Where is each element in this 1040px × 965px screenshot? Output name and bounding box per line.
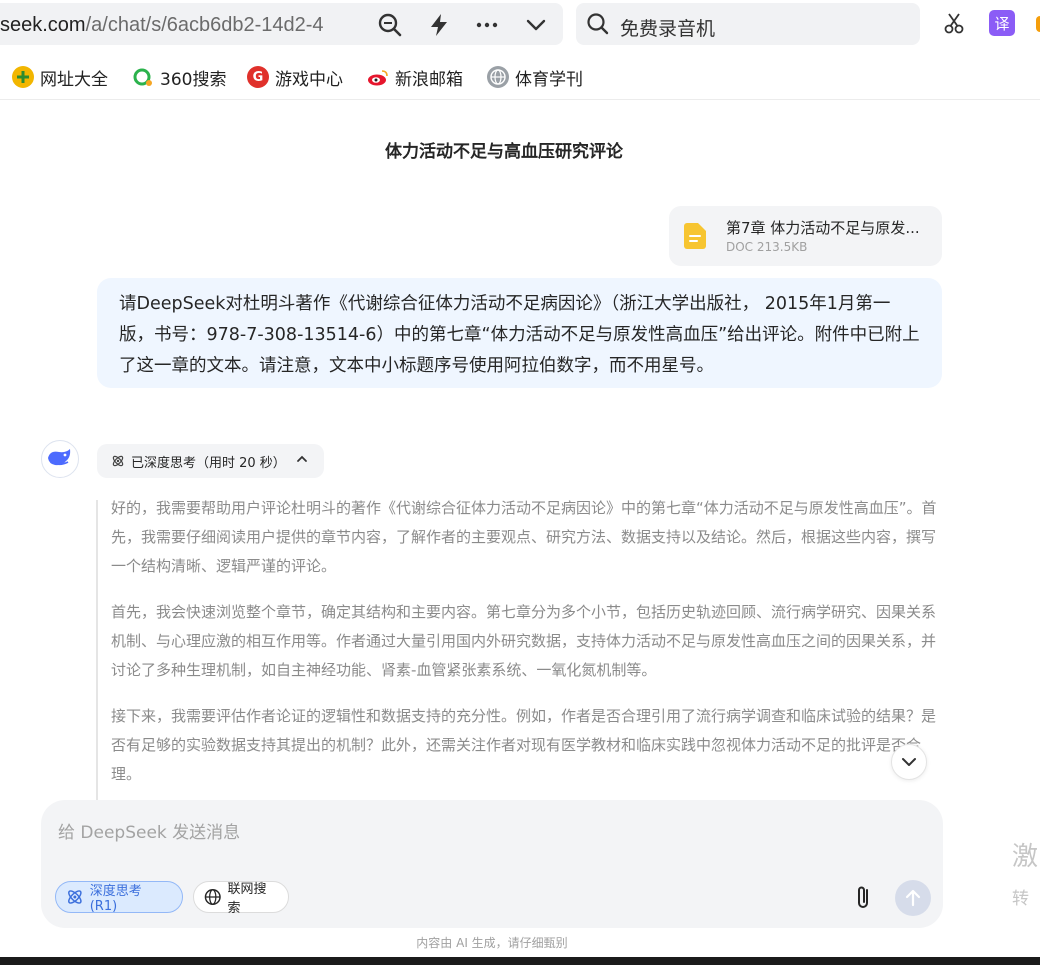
bookmark-item[interactable]: 新浪邮箱	[367, 65, 463, 90]
attachment-card[interactable]: 第7章 体力活动不足与原发... DOC 213.5KB	[669, 206, 942, 266]
message-composer[interactable]: 给 DeepSeek 发送消息 深度思考 (R1) 联网搜索	[41, 800, 943, 928]
attach-file-icon[interactable]	[851, 884, 877, 912]
ai-disclaimer: 内容由 AI 生成，请仔细甄别	[416, 936, 568, 950]
arrow-up-icon	[905, 889, 921, 907]
bookmark-label: 游戏中心	[275, 69, 343, 90]
web-search-label: 联网搜索	[227, 882, 267, 916]
search-placeholder: 免费录音机	[620, 18, 716, 40]
360-search-icon	[132, 66, 154, 88]
plus-globe-icon	[12, 66, 34, 88]
url-text[interactable]: seek.com/a/chat/s/6acb6db2-14d2-4	[0, 14, 368, 37]
scissors-icon[interactable]	[941, 10, 967, 36]
more-icon[interactable]	[473, 11, 501, 39]
bookmark-item[interactable]: 网址大全	[12, 65, 108, 90]
search-icon	[586, 12, 610, 40]
deep-think-toggle[interactable]: 已深度思考（用时 20 秒）	[97, 444, 324, 478]
globe-icon	[487, 66, 509, 88]
send-button[interactable]	[895, 880, 931, 916]
atom-icon	[68, 890, 82, 904]
side-partial-text-small: 转	[1012, 889, 1029, 909]
user-message: 请DeepSeek对杜明斗著作《代谢综合征体力活动不足病因论》（浙江大学出版社，…	[97, 278, 942, 388]
deepseek-avatar-icon	[41, 440, 79, 478]
globe-icon	[204, 888, 221, 906]
chevron-down-icon	[902, 758, 916, 766]
translate-badge: 译	[994, 14, 1010, 33]
sina-mail-icon	[367, 66, 389, 88]
search-box[interactable]: 免费录音机	[576, 3, 920, 45]
lightning-icon[interactable]	[425, 11, 453, 39]
thinking-content: 好的，我需要帮助用户评论杜明斗的著作《代谢综合征体力活动不足病因论》中的第七章“…	[96, 500, 946, 800]
bookmark-item[interactable]: 360搜索	[132, 65, 227, 90]
attachment-meta: DOC 213.5KB	[726, 240, 808, 254]
chat-title: 体力活动不足与高血压研究评论	[385, 142, 623, 162]
url-domain: seek.com	[0, 14, 86, 36]
bookmark-label: 体育学刊	[515, 69, 583, 90]
translate-icon[interactable]: 译	[989, 10, 1015, 36]
browser-toolbar: seek.com/a/chat/s/6acb6db2-14d2-4 免费录音机 …	[0, 0, 1040, 50]
bookmarks-bar: 网址大全 360搜索 G 游戏中心 新浪邮箱 体育学刊	[0, 52, 1040, 100]
web-search-button[interactable]: 联网搜索	[193, 881, 289, 916]
bookmark-label: 新浪邮箱	[395, 69, 463, 90]
extension-edge-icon[interactable]	[1036, 16, 1040, 32]
taskbar-edge	[0, 957, 1040, 965]
thinking-paragraph: 接下来，我需要评估作者论证的逻辑性和数据支持的充分性。例如，作者是否合理引用了流…	[111, 707, 937, 783]
deep-think-button-label: 深度思考 (R1)	[89, 884, 142, 914]
bookmark-label: 360搜索	[160, 69, 227, 90]
thinking-paragraph: 好的，我需要帮助用户评论杜明斗的著作《代谢综合征体力活动不足病因论》中的第七章“…	[111, 500, 937, 575]
bookmark-item[interactable]: 体育学刊	[487, 65, 583, 90]
atom-icon	[112, 455, 124, 467]
thinking-paragraph: 首先，我会快速浏览整个章节，确定其结构和主要内容。第七章分为多个小节，包括历史轨…	[111, 603, 937, 679]
bookmark-label: 网址大全	[40, 69, 108, 90]
chevron-down-icon[interactable]	[522, 11, 550, 39]
side-partial-text: 激	[1012, 842, 1039, 872]
chevron-up-icon	[297, 455, 307, 462]
game-center-icon: G	[247, 66, 269, 88]
deep-think-label: 已深度思考（用时 20 秒）	[131, 455, 286, 471]
message-input[interactable]: 给 DeepSeek 发送消息	[58, 818, 240, 843]
zoom-icon[interactable]	[376, 11, 404, 39]
document-icon	[684, 223, 706, 249]
address-bar[interactable]: seek.com/a/chat/s/6acb6db2-14d2-4	[0, 3, 563, 45]
bookmark-item[interactable]: G 游戏中心	[247, 65, 343, 90]
deep-think-button[interactable]: 深度思考 (R1)	[55, 881, 183, 914]
attachment-name: 第7章 体力活动不足与原发...	[726, 219, 920, 237]
url-path: /a/chat/s/6acb6db2-14d2-4	[85, 14, 324, 36]
scroll-to-bottom-button[interactable]	[891, 744, 927, 780]
